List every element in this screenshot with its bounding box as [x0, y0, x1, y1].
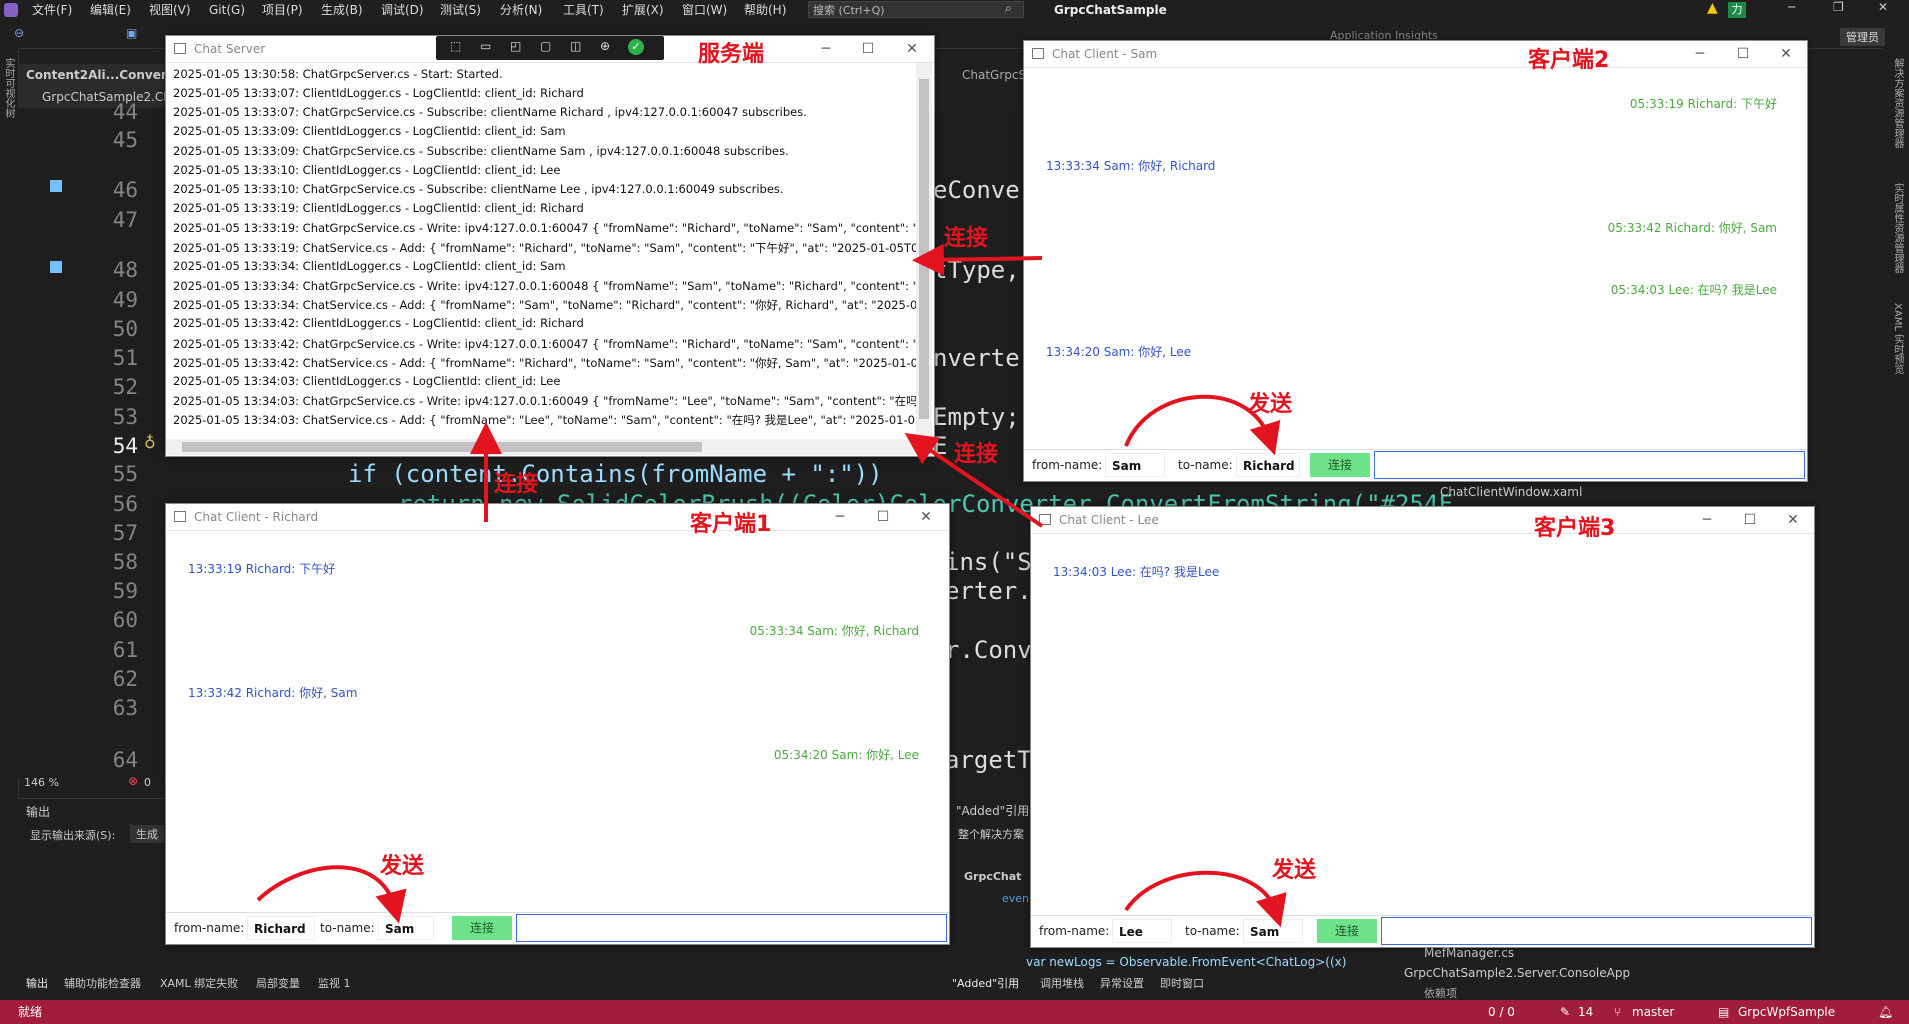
arrow-connect-sam: [912, 243, 1043, 276]
arrow-send-richard: [256, 865, 407, 924]
arrow-connect-lee: [904, 433, 1044, 528]
arrow-send-sam: [1124, 394, 1281, 456]
arrow-send-lee: [1124, 870, 1287, 928]
annotation-arrows: [256, 243, 1287, 928]
